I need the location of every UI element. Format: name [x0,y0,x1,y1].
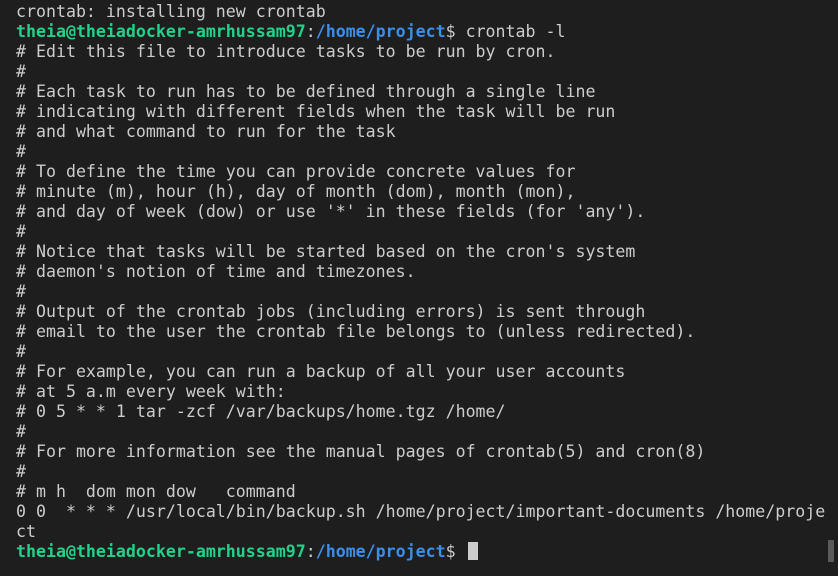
output-line: # m h dom mon dow command [16,482,826,502]
output-line: crontab: installing new crontab [16,2,826,22]
prompt-line: theia@theiadocker-amrhussam97:/home/proj… [16,542,826,562]
output-text: crontab: installing new crontab [16,2,326,21]
output-line: # To define the time you can provide con… [16,162,826,182]
output-line: # [16,462,826,482]
output-text: # email to the user the crontab file bel… [16,322,696,341]
output-line: # at 5 a.m every week with: [16,382,826,402]
output-text: # at 5 a.m every week with: [16,382,286,401]
output-text: # [16,342,26,361]
prompt-symbol: $ [445,542,466,561]
output-line: # 0 5 * * 1 tar -zcf /var/backups/home.t… [16,402,826,422]
output-text: ct [16,522,36,541]
output-text: # Notice that tasks will be started base… [16,242,636,261]
output-text: # indicating with different fields when … [16,102,616,121]
output-line: # Notice that tasks will be started base… [16,242,826,262]
prompt-user: theia@theiadocker-amrhussam97 [16,22,306,41]
output-line: # For example, you can run a backup of a… [16,362,826,382]
prompt-symbol: $ [445,22,466,41]
output-text: # For example, you can run a backup of a… [16,362,626,381]
output-text: # Each task to run has to be defined thr… [16,82,596,101]
output-text: # 0 5 * * 1 tar -zcf /var/backups/home.t… [16,402,506,421]
prompt-path: /home/project [315,22,446,41]
output-text: # For more information see the manual pa… [16,442,706,461]
output-line: # Output of the crontab jobs (including … [16,302,826,322]
output-text: 0 0 * * * /usr/local/bin/backup.sh /home… [16,502,826,521]
output-line: # and day of week (dow) or use '*' in th… [16,202,826,222]
output-line: # email to the user the crontab file bel… [16,322,826,342]
prompt-path: /home/project [315,542,446,561]
output-text: # [16,422,26,441]
output-text: # and day of week (dow) or use '*' in th… [16,202,646,221]
terminal-cursor[interactable] [467,542,478,560]
scrollbar[interactable] [826,0,836,576]
output-line: # Each task to run has to be defined thr… [16,82,826,102]
terminal-output[interactable]: crontab: installing new crontab theia@the… [0,0,826,576]
prompt-user: theia@theiadocker-amrhussam97 [16,542,306,561]
command-text: crontab -l [465,22,566,41]
output-line: # Edit this file to introduce tasks to b… [16,42,826,62]
output-text: # [16,222,26,241]
output-text: # Edit this file to introduce tasks to b… [16,42,556,61]
scrollbar-thumb[interactable] [828,540,834,562]
output-text: # [16,462,26,481]
output-text: # To define the time you can provide con… [16,162,576,181]
prompt-line: theia@theiadocker-amrhussam97:/home/proj… [16,22,826,42]
output-text: # Output of the crontab jobs (including … [16,302,646,321]
output-text: # and what command to run for the task [16,122,396,141]
output-line: ct [16,522,826,542]
output-text: # [16,62,26,81]
output-line: # [16,62,826,82]
output-line: # and what command to run for the task [16,122,826,142]
output-line: # [16,422,826,442]
output-line: # minute (m), hour (h), day of month (do… [16,182,826,202]
output-line: # daemon's notion of time and timezones. [16,262,826,282]
output-text: # m h dom mon dow command [16,482,296,501]
output-line: # [16,222,826,242]
output-line: # [16,142,826,162]
output-text: # [16,142,26,161]
output-text: # minute (m), hour (h), day of month (do… [16,182,576,201]
output-text: # [16,282,26,301]
output-text: # daemon's notion of time and timezones. [16,262,416,281]
prompt-separator: : [305,22,316,41]
output-line: 0 0 * * * /usr/local/bin/backup.sh /home… [16,502,826,522]
prompt-separator: : [305,542,316,561]
output-line: # For more information see the manual pa… [16,442,826,462]
output-line: # [16,342,826,362]
output-line: # indicating with different fields when … [16,102,826,122]
output-line: # [16,282,826,302]
